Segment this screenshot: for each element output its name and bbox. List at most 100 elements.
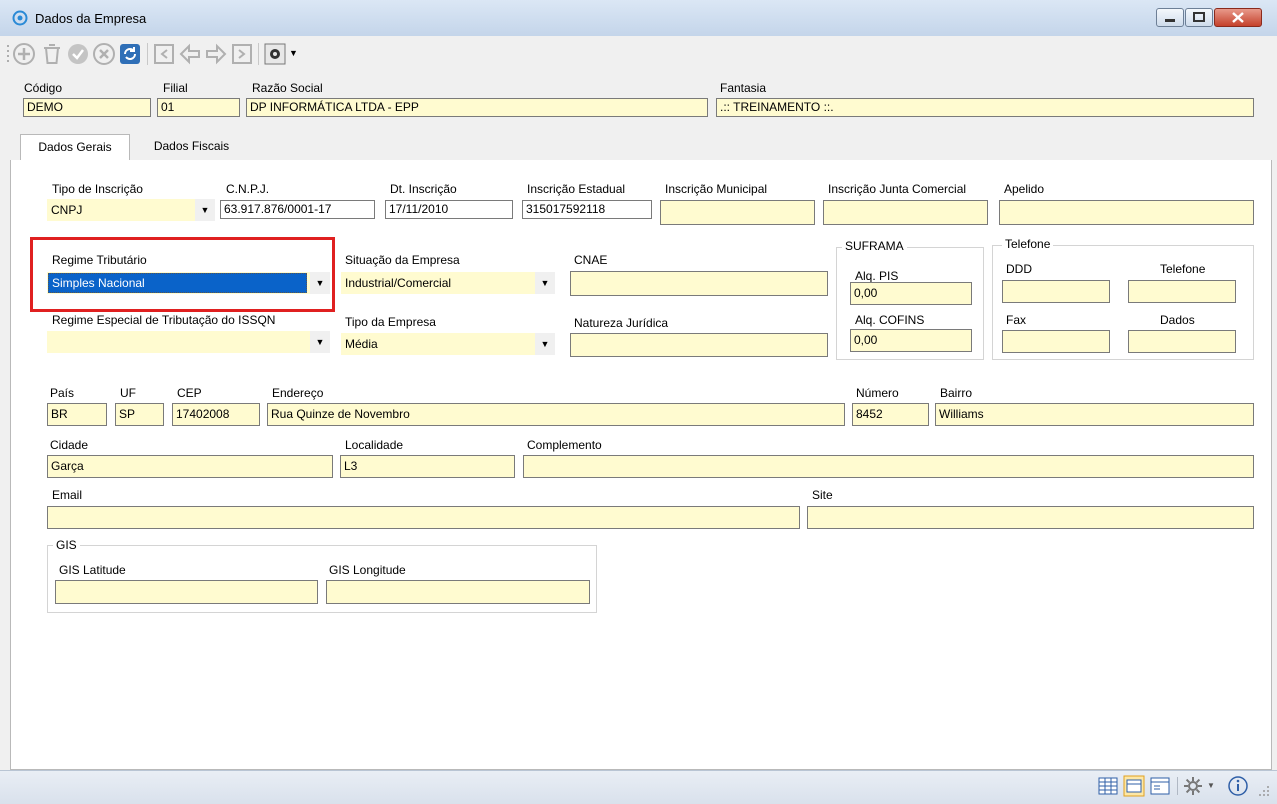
inscricao-junta-input[interactable] xyxy=(823,200,988,225)
tipo-inscricao-label: Tipo de Inscrição xyxy=(52,182,143,196)
tipo-inscricao-select[interactable]: CNPJ ▼ xyxy=(47,199,215,221)
inscricao-municipal-input[interactable] xyxy=(660,200,815,225)
tipo-empresa-select[interactable]: Média ▼ xyxy=(341,333,555,355)
bairro-label: Bairro xyxy=(940,386,973,400)
grid-view-icon[interactable] xyxy=(1097,775,1119,797)
endereco-input[interactable]: Rua Quinze de Novembro xyxy=(267,403,845,426)
dt-inscricao-label: Dt. Inscrição xyxy=(390,182,457,196)
inscricao-municipal-label: Inscrição Municipal xyxy=(665,182,768,196)
site-input[interactable] xyxy=(807,506,1254,529)
regime-tributario-value: Simples Nacional xyxy=(48,273,307,293)
fax-input[interactable] xyxy=(1002,330,1110,353)
fantasia-label: Fantasia xyxy=(720,81,767,95)
gis-longitude-input[interactable] xyxy=(326,580,590,604)
complemento-input[interactable] xyxy=(523,455,1254,478)
settings-dropdown-arrow-icon[interactable]: ▼ xyxy=(1207,781,1215,790)
settings-dropdown-arrow-icon[interactable]: ▼ xyxy=(289,48,298,58)
codigo-label: Código xyxy=(24,81,63,95)
natureza-juridica-input[interactable] xyxy=(570,333,828,357)
settings-icon[interactable] xyxy=(263,42,287,66)
localidade-input[interactable]: L3 xyxy=(340,455,515,478)
numero-label: Número xyxy=(856,386,899,400)
status-bar xyxy=(0,770,1277,804)
tab-dados-fiscais[interactable]: Dados Fiscais xyxy=(134,134,249,160)
localidade-label: Localidade xyxy=(345,438,404,452)
minimize-button[interactable] xyxy=(1156,8,1184,27)
razao-social-input[interactable]: DP INFORMÁTICA LTDA - EPP xyxy=(246,98,708,117)
info-icon[interactable] xyxy=(1227,775,1249,797)
natureza-juridica-label: Natureza Jurídica xyxy=(574,316,669,330)
resize-grip-icon[interactable] xyxy=(1258,785,1270,797)
regime-tributario-select[interactable]: Simples Nacional ▼ xyxy=(47,272,330,294)
confirm-icon[interactable] xyxy=(66,42,90,66)
aliq-pis-input[interactable]: 0,00 xyxy=(850,282,972,305)
chevron-down-icon[interactable]: ▼ xyxy=(310,272,330,294)
fantasia-input[interactable]: .:: TREINAMENTO ::. xyxy=(716,98,1254,117)
ddd-input[interactable] xyxy=(1002,280,1110,303)
cnae-input[interactable] xyxy=(570,271,828,296)
first-icon[interactable] xyxy=(152,42,176,66)
tipo-empresa-label: Tipo da Empresa xyxy=(345,315,436,329)
suframa-title: SUFRAMA xyxy=(842,239,907,253)
cnae-label: CNAE xyxy=(574,253,608,267)
dados-label: Dados xyxy=(1160,313,1195,327)
inscricao-junta-label: Inscrição Junta Comercial xyxy=(828,182,967,196)
cidade-label: Cidade xyxy=(50,438,89,452)
uf-input[interactable]: SP xyxy=(115,403,164,426)
add-icon[interactable] xyxy=(12,42,36,66)
gis-latitude-input[interactable] xyxy=(55,580,318,604)
aliq-cofins-input[interactable]: 0,00 xyxy=(850,329,972,352)
situacao-empresa-value: Industrial/Comercial xyxy=(345,276,452,290)
app-logo-icon xyxy=(12,10,28,26)
close-button[interactable] xyxy=(1214,8,1262,27)
tab-dados-gerais[interactable]: Dados Gerais xyxy=(20,134,130,161)
last-icon[interactable] xyxy=(230,42,254,66)
aliq-pis-label: Alq. PIS xyxy=(855,269,899,283)
toolbar-grip-icon xyxy=(7,45,9,62)
close-icon xyxy=(1232,12,1244,23)
regime-especial-label: Regime Especial de Tributação do ISSQN xyxy=(52,313,276,327)
chevron-down-icon[interactable]: ▼ xyxy=(535,333,555,355)
card-view-icon[interactable] xyxy=(1149,775,1171,797)
pais-input[interactable]: BR xyxy=(47,403,107,426)
tipo-empresa-value: Média xyxy=(345,337,378,351)
next-icon[interactable] xyxy=(204,42,228,66)
dados-input[interactable] xyxy=(1128,330,1236,353)
uf-label: UF xyxy=(120,386,136,400)
filial-label: Filial xyxy=(163,81,188,95)
pais-label: País xyxy=(50,386,75,400)
situacao-empresa-label: Situação da Empresa xyxy=(345,253,460,267)
refresh-icon[interactable] xyxy=(118,42,142,66)
gis-latitude-label: GIS Latitude xyxy=(59,563,126,577)
toolbar-separator xyxy=(147,43,148,65)
codigo-input[interactable]: DEMO xyxy=(23,98,151,117)
email-label: Email xyxy=(52,488,83,502)
cidade-input[interactable]: Garça xyxy=(47,455,333,478)
cnpj-input[interactable]: 63.917.876/0001-17 xyxy=(220,200,375,219)
chevron-down-icon[interactable]: ▼ xyxy=(195,199,215,221)
delete-icon[interactable] xyxy=(40,42,64,66)
cnpj-label: C.N.P.J. xyxy=(226,182,270,196)
inscricao-estadual-input[interactable]: 315017592118 xyxy=(522,200,652,219)
chevron-down-icon[interactable]: ▼ xyxy=(310,331,330,353)
cancel-icon[interactable] xyxy=(92,42,116,66)
chevron-down-icon[interactable]: ▼ xyxy=(535,272,555,294)
form-view-icon[interactable] xyxy=(1123,775,1145,797)
apelido-input[interactable] xyxy=(999,200,1254,225)
tipo-inscricao-value: CNPJ xyxy=(51,203,83,217)
cep-input[interactable]: 17402008 xyxy=(172,403,260,426)
gis-longitude-label: GIS Longitude xyxy=(329,563,406,577)
toolbar-separator xyxy=(258,43,259,65)
numero-input[interactable]: 8452 xyxy=(852,403,929,426)
bairro-input[interactable]: Williams xyxy=(935,403,1254,426)
situacao-empresa-select[interactable]: Industrial/Comercial ▼ xyxy=(341,272,555,294)
endereco-label: Endereço xyxy=(272,386,324,400)
filial-input[interactable]: 01 xyxy=(157,98,240,117)
email-input[interactable] xyxy=(47,506,800,529)
dt-inscricao-input[interactable]: 17/11/2010 xyxy=(385,200,513,219)
maximize-button[interactable] xyxy=(1185,8,1213,27)
settings-icon[interactable] xyxy=(1182,775,1204,797)
previous-icon[interactable] xyxy=(178,42,202,66)
telefone-input[interactable] xyxy=(1128,280,1236,303)
regime-especial-select[interactable]: ▼ xyxy=(47,331,330,353)
